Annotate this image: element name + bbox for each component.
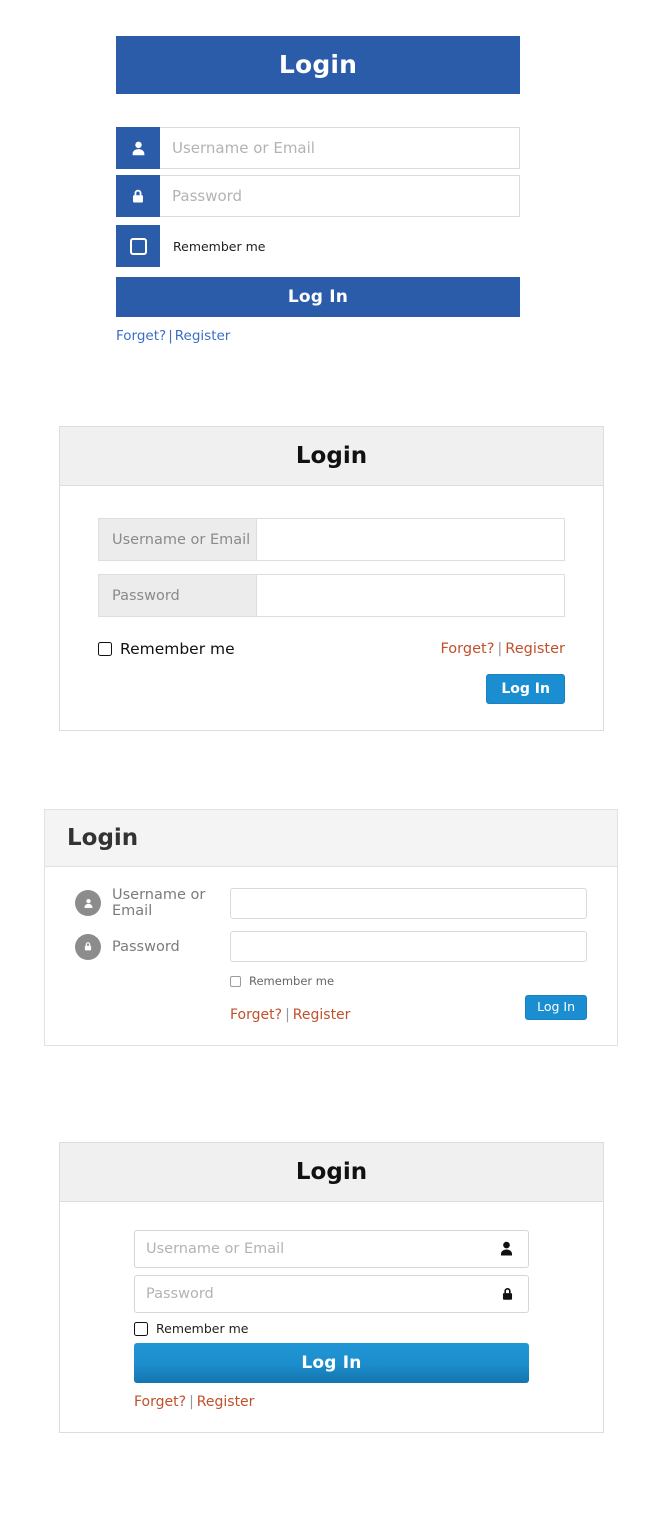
card3-username-row: Username or Email	[75, 887, 587, 919]
remember-me-checkbox[interactable]	[230, 975, 241, 987]
card1-links: Forget? | Register	[116, 328, 520, 344]
card1-remember-row: Remember me	[116, 225, 520, 267]
remember-me-checkbox[interactable]	[134, 1321, 148, 1336]
remember-me-checkbox[interactable]	[98, 642, 112, 656]
card2-title: Login	[295, 443, 368, 469]
card2-links: Forget? | Register	[440, 641, 565, 657]
card2-actions: Log In	[98, 674, 565, 704]
forget-link[interactable]: Forget?	[230, 1007, 282, 1023]
password-input[interactable]	[230, 931, 587, 962]
username-label: Username or Email	[98, 518, 257, 561]
username-input[interactable]	[160, 127, 520, 169]
register-link[interactable]: Register	[197, 1394, 255, 1410]
card3-password-row: Password	[75, 931, 587, 962]
login-card-flat-blue: Login Username or Email Remember me Log …	[116, 36, 520, 344]
card4-title: Login	[295, 1159, 368, 1185]
link-separator: |	[497, 641, 503, 657]
register-link[interactable]: Register	[505, 641, 565, 657]
password-label: Password	[112, 938, 180, 955]
card3-body: Username or Email Password Remember me F…	[45, 867, 617, 1045]
remember-me-control[interactable]: Remember me	[230, 974, 587, 988]
username-input[interactable]	[134, 1230, 529, 1268]
link-separator: |	[189, 1394, 194, 1410]
card3-bottom-row: Forget? | Register Log In	[230, 995, 587, 1023]
card3-links: Forget? | Register	[230, 1007, 350, 1023]
login-card-left-header: Login Username or Email Password Remembe…	[44, 809, 618, 1046]
card3-title: Login	[67, 825, 139, 851]
forget-link[interactable]: Forget?	[116, 328, 166, 344]
remember-me-checkbox[interactable]	[116, 225, 160, 267]
lock-icon	[499, 1285, 516, 1304]
card2-username-row: Username or Email	[98, 518, 565, 561]
user-icon	[75, 890, 101, 916]
forget-link[interactable]: Forget?	[440, 641, 494, 657]
password-input[interactable]	[257, 574, 565, 617]
remember-me-label: Remember me	[173, 238, 266, 254]
link-separator: |	[168, 328, 173, 344]
card4-password-group	[134, 1275, 529, 1313]
login-card-panel-table: Login Username or Email Password Remembe…	[59, 426, 604, 731]
card1-username-group	[116, 127, 520, 169]
link-separator: |	[285, 1007, 290, 1023]
user-icon	[497, 1240, 516, 1259]
password-label: Password	[98, 574, 257, 617]
forget-link[interactable]: Forget?	[134, 1394, 186, 1410]
card4-header: Login	[60, 1143, 603, 1202]
login-card-icon-right: Login Username or Email Remember me Log …	[59, 1142, 604, 1433]
username-input[interactable]	[257, 518, 565, 561]
remember-me-label: Remember me	[156, 1321, 249, 1336]
login-variants-page: Login Username or Email Remember me Log …	[0, 0, 671, 1519]
remember-me-control[interactable]: Remember me	[134, 1321, 529, 1336]
login-button[interactable]: Log In	[486, 674, 565, 704]
card2-password-row: Password	[98, 574, 565, 617]
card1-title: Login	[278, 50, 358, 79]
card2-body: Username or Email Password Remember me F…	[60, 486, 603, 730]
lock-icon	[116, 175, 160, 217]
username-input[interactable]	[230, 887, 587, 919]
username-label: Username or Email	[112, 887, 206, 919]
card1-header: Login	[116, 36, 520, 94]
card1-password-group	[116, 175, 520, 217]
register-link[interactable]: Register	[293, 1007, 351, 1023]
card2-meta-row: Remember me Forget? | Register	[98, 640, 565, 658]
card3-under-area: Remember me Forget? | Register Log In	[75, 974, 587, 1023]
card4-links: Forget? | Register	[134, 1394, 529, 1410]
login-button[interactable]: Log In	[134, 1343, 529, 1383]
card4-body: Remember me Log In Forget?|Register	[60, 1202, 603, 1432]
password-input[interactable]	[134, 1275, 529, 1313]
login-button[interactable]: Log In	[116, 277, 520, 317]
login-button[interactable]: Log In	[525, 995, 587, 1020]
register-link[interactable]: Register	[175, 328, 231, 344]
checkbox-box	[129, 237, 147, 255]
card2-header: Login	[60, 427, 603, 486]
card1-body: Remember me Log In Forget?|Register	[116, 94, 520, 344]
card3-header: Login	[45, 810, 617, 867]
remember-me-control[interactable]: Remember me	[98, 640, 235, 658]
remember-me-label: Remember me	[120, 640, 235, 658]
user-icon	[116, 127, 160, 169]
card4-username-group	[134, 1230, 529, 1268]
lock-icon	[75, 933, 101, 960]
remember-me-label: Remember me	[249, 974, 335, 988]
password-input[interactable]	[160, 175, 520, 217]
